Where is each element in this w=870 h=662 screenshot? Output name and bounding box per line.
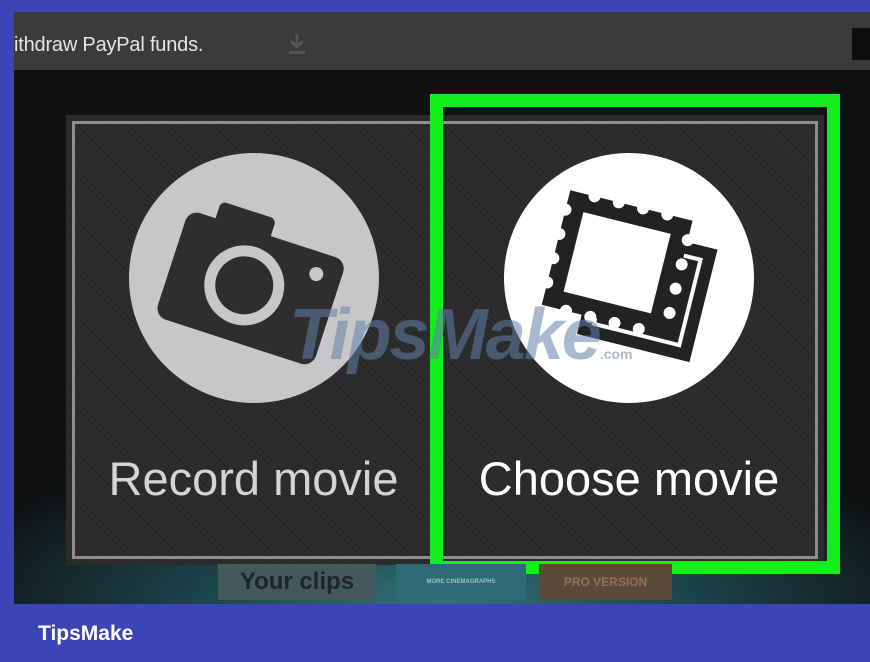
top-bar: ithdraw PayPal funds.	[14, 12, 870, 70]
watermark-text: TipsMake	[289, 295, 602, 375]
watermark: TipsMake.com	[289, 294, 633, 376]
watermark-suffix: .com	[599, 346, 633, 362]
app-screen: ithdraw PayPal funds. Record movie Choos…	[14, 12, 870, 604]
your-clips-button[interactable]: Your clips	[218, 564, 376, 600]
page-title: ithdraw PayPal funds.	[14, 34, 204, 56]
topbar-button[interactable]	[852, 28, 870, 60]
record-movie-label: Record movie	[108, 452, 399, 505]
brand-label: TipsMake	[38, 622, 134, 645]
pro-version-button[interactable]: PRO VERSION	[539, 564, 672, 600]
more-cinemagraphs-button[interactable]: MORE CINEMAGRAPHS	[396, 564, 526, 600]
download-icon[interactable]	[286, 32, 308, 56]
